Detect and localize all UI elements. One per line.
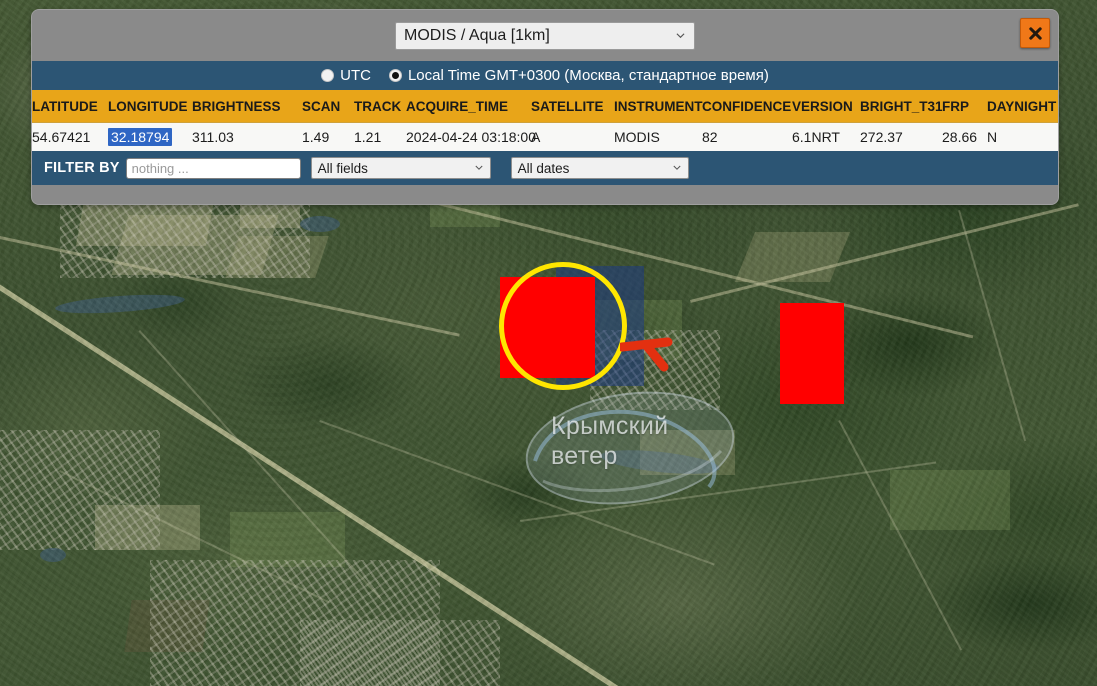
cell-confidence[interactable]: 82 bbox=[702, 123, 792, 152]
cell-daynight[interactable]: N bbox=[987, 123, 1058, 152]
chevron-down-icon bbox=[676, 31, 685, 40]
date-filter-select[interactable]: All dates bbox=[511, 157, 689, 179]
cell-frp-value: 28.66 bbox=[942, 129, 977, 145]
cell-track[interactable]: 1.21 bbox=[354, 123, 406, 152]
date-filter-value: All dates bbox=[518, 161, 570, 176]
selection-circle bbox=[499, 262, 627, 390]
close-button[interactable] bbox=[1020, 18, 1050, 48]
field-filter-value: All fields bbox=[318, 161, 368, 176]
column-header-latitude[interactable]: LATITUDE bbox=[32, 90, 108, 123]
column-header-bright-t31[interactable]: BRIGHT_T31 bbox=[860, 90, 942, 123]
cell-satellite-value: A bbox=[531, 129, 540, 145]
cell-scan[interactable]: 1.49 bbox=[302, 123, 354, 152]
cell-bright-t31[interactable]: 272.37 bbox=[860, 123, 942, 152]
column-header-frp[interactable]: FRP bbox=[942, 90, 987, 123]
firms-data-panel: MODIS / Aqua [1km] UTC Local Time GMT+03… bbox=[31, 9, 1059, 205]
cell-version[interactable]: 6.1NRT bbox=[792, 123, 860, 152]
column-header-brightness[interactable]: BRIGHTNESS bbox=[192, 90, 302, 123]
chevron-down-icon bbox=[475, 164, 483, 172]
timezone-selector-row: UTC Local Time GMT+0300 (Москва, стандар… bbox=[32, 61, 1058, 90]
column-header-scan[interactable]: SCAN bbox=[302, 90, 354, 123]
filter-text-input[interactable]: nothing ... bbox=[126, 158, 301, 179]
cell-daynight-value: N bbox=[987, 129, 997, 145]
radio-utc[interactable]: UTC bbox=[321, 67, 371, 84]
cell-acquire-time-value: 2024-04-24 03:18:00 bbox=[406, 129, 536, 145]
cell-confidence-value: 82 bbox=[702, 129, 718, 145]
column-header-confidence[interactable]: CONFIDENCE bbox=[702, 90, 792, 123]
fire-data-table: LATITUDE LONGITUDE BRIGHTNESS SCAN TRACK… bbox=[32, 90, 1058, 151]
cell-brightness-value: 311.03 bbox=[192, 129, 234, 145]
close-icon bbox=[1028, 26, 1043, 41]
column-header-satellite[interactable]: SATELLITE bbox=[531, 90, 614, 123]
filter-input-placeholder: nothing ... bbox=[132, 161, 189, 176]
cell-latitude-value: 54.67421 bbox=[32, 129, 90, 145]
cell-longitude-value-selected: 32.18794 bbox=[108, 128, 172, 146]
filter-row: FILTER BY nothing ... All fields All dat… bbox=[32, 151, 1058, 185]
cell-track-value: 1.21 bbox=[354, 129, 381, 145]
cell-instrument-value: MODIS bbox=[614, 129, 660, 145]
panel-footer bbox=[32, 185, 1058, 204]
column-header-instrument[interactable]: INSTRUMENT bbox=[614, 90, 702, 123]
cell-frp[interactable]: 28.66 bbox=[942, 123, 987, 152]
cell-latitude[interactable]: 54.67421 bbox=[32, 123, 108, 152]
field-filter-select[interactable]: All fields bbox=[311, 157, 491, 179]
cell-satellite[interactable]: A bbox=[531, 123, 614, 152]
cell-acquire-time[interactable]: 2024-04-24 03:18:00 bbox=[406, 123, 531, 152]
table-row[interactable]: 54.67421 32.18794 311.03 1.49 1.21 2024-… bbox=[32, 123, 1058, 152]
cell-brightness[interactable]: 311.03 bbox=[192, 123, 302, 152]
column-header-daynight[interactable]: DAYNIGHT bbox=[987, 90, 1058, 123]
column-header-longitude[interactable]: LONGITUDE bbox=[108, 90, 192, 123]
cell-scan-value: 1.49 bbox=[302, 129, 329, 145]
screenshot-root: Крымский ветер MODIS / Aqua [1km] bbox=[0, 0, 1097, 686]
radio-local-time-label: Local Time GMT+0300 (Москва, стандартное… bbox=[408, 67, 769, 84]
cell-longitude[interactable]: 32.18794 bbox=[108, 123, 192, 152]
radio-local-time[interactable]: Local Time GMT+0300 (Москва, стандартное… bbox=[389, 67, 769, 84]
panel-header: MODIS / Aqua [1km] bbox=[32, 10, 1058, 61]
table-header-row: LATITUDE LONGITUDE BRIGHTNESS SCAN TRACK… bbox=[32, 90, 1058, 123]
column-header-acquire-time[interactable]: ACQUIRE_TIME bbox=[406, 90, 531, 123]
filter-by-label: FILTER BY bbox=[44, 160, 120, 176]
cell-instrument[interactable]: MODIS bbox=[614, 123, 702, 152]
radio-utc-indicator[interactable] bbox=[321, 69, 334, 82]
cell-version-value: 6.1NRT bbox=[792, 129, 840, 145]
satellite-source-value: MODIS / Aqua [1km] bbox=[404, 27, 550, 45]
cell-bright-t31-value: 272.37 bbox=[860, 129, 903, 145]
chevron-down-icon bbox=[673, 164, 681, 172]
satellite-source-select[interactable]: MODIS / Aqua [1km] bbox=[395, 22, 695, 50]
fire-detection-rectangle-secondary[interactable] bbox=[780, 303, 844, 404]
radio-local-time-indicator[interactable] bbox=[389, 69, 402, 82]
radio-utc-label: UTC bbox=[340, 67, 371, 84]
column-header-version[interactable]: VERSION bbox=[792, 90, 860, 123]
column-header-track[interactable]: TRACK bbox=[354, 90, 406, 123]
